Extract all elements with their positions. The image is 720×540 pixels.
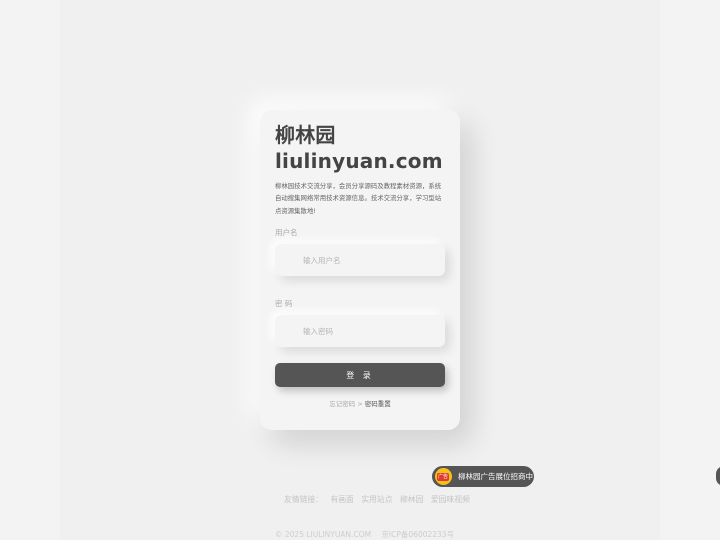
friend-link[interactable]: 实用站点 <box>361 495 392 504</box>
login-button[interactable]: 登 录 <box>275 363 445 388</box>
site-description: 柳林园技术交流分享，会员分享源码及教程素材资源，系统自动搜集网络常用技术资源信息… <box>275 182 442 215</box>
friend-link[interactable]: 柳林园 <box>400 495 423 504</box>
icp-link[interactable]: 京ICP备06002233号 <box>381 530 454 539</box>
friend-links-label: 友情链接： <box>284 495 323 504</box>
forgot-password-link[interactable]: 忘记密码 <box>329 400 355 408</box>
site-title-domain: liulinyuan.com <box>275 149 443 173</box>
side-floating-button[interactable] <box>716 466 720 486</box>
footer: © 2025 LIULINYUAN.COM 京ICP备06002233号 <box>275 529 454 540</box>
friend-link[interactable]: 爱园味视频 <box>431 495 470 504</box>
username-input[interactable] <box>275 244 445 277</box>
site-title: 柳林园 liulinyuan.com <box>275 122 445 174</box>
friend-link[interactable]: 有画面 <box>330 495 353 504</box>
ad-banner[interactable]: 广告 柳林园广告展位招商中 <box>432 466 534 487</box>
password-links: 忘记密码 > 密码重置 <box>275 398 445 408</box>
password-input[interactable] <box>275 315 445 348</box>
site-title-cn: 柳林园 <box>275 123 336 147</box>
password-label: 密 码 <box>275 299 293 309</box>
username-label: 用户名 <box>275 228 298 238</box>
link-separator: > <box>357 400 363 409</box>
copyright-text: © 2025 LIULINYUAN.COM <box>275 530 372 539</box>
login-card: 柳林园 liulinyuan.com 柳林园技术交流分享，会员分享源码及教程素材… <box>260 110 460 430</box>
ad-banner-label: 柳林园广告展位招商中 <box>458 472 533 481</box>
reset-password-link[interactable]: 密码重置 <box>365 400 391 408</box>
friend-links: 友情链接： 有画面 实用站点 柳林园 爱园味视频 <box>284 494 475 505</box>
ad-badge-icon: 广告 <box>435 468 452 485</box>
ad-badge-text: 广告 <box>437 473 449 481</box>
